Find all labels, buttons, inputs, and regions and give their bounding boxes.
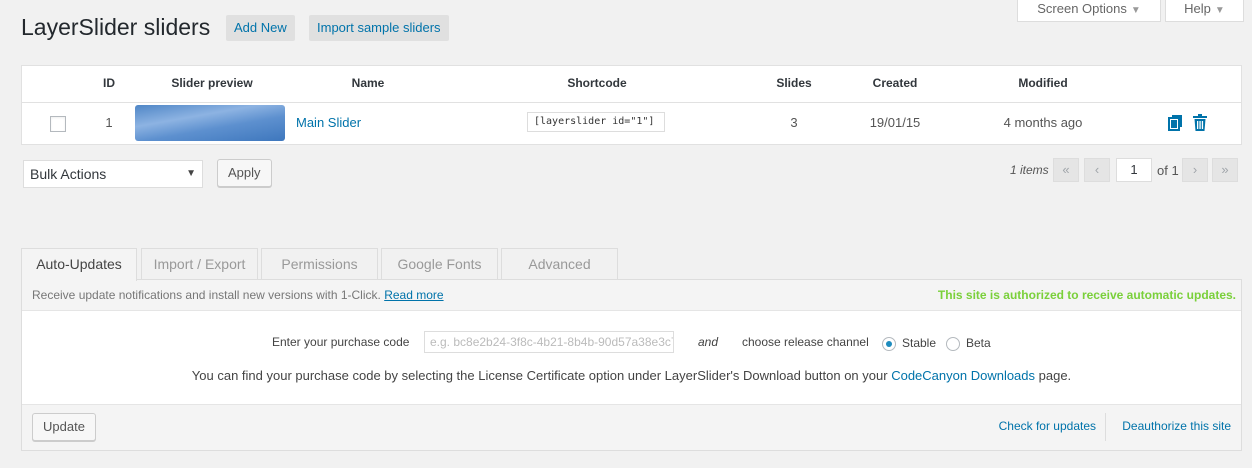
purchase-code-help: You can find your purchase code by selec… bbox=[22, 368, 1241, 383]
tab-import-export[interactable]: Import / Export bbox=[141, 248, 258, 280]
beta-radio[interactable] bbox=[946, 337, 960, 351]
screen-options-tab[interactable]: Screen Options ▼ bbox=[1017, 0, 1161, 22]
tab-google-fonts[interactable]: Google Fonts bbox=[381, 248, 498, 280]
page-title: LayerSlider sliders bbox=[21, 14, 211, 40]
help-suffix: page. bbox=[1038, 368, 1072, 383]
footer-divider bbox=[1105, 413, 1106, 441]
first-page-button[interactable]: « bbox=[1053, 158, 1079, 182]
auto-updates-panel: Receive update notifications and install… bbox=[21, 279, 1242, 451]
col-created[interactable]: Created bbox=[860, 66, 930, 100]
slider-preview-image[interactable] bbox=[135, 105, 285, 141]
table-header: ID Slider preview Name Shortcode Slides … bbox=[22, 66, 1241, 103]
panel-header: Receive update notifications and install… bbox=[22, 280, 1241, 311]
row-slides: 3 bbox=[790, 115, 798, 130]
purchase-code-label: Enter your purchase code bbox=[272, 335, 410, 349]
shortcode-field[interactable]: [layerslider id="1"] bbox=[527, 112, 665, 132]
col-shortcode: Shortcode bbox=[567, 76, 627, 90]
sliders-table: ID Slider preview Name Shortcode Slides … bbox=[21, 65, 1242, 145]
update-notice-text: Receive update notifications and install… bbox=[32, 288, 381, 302]
duplicate-icon[interactable] bbox=[1168, 114, 1184, 132]
row-checkbox[interactable] bbox=[50, 116, 66, 132]
items-count: 1 items bbox=[1010, 163, 1049, 177]
caret-down-icon: ▼ bbox=[186, 168, 196, 179]
tab-advanced[interactable]: Advanced bbox=[501, 248, 618, 280]
col-id[interactable]: ID bbox=[94, 66, 124, 100]
col-slides: Slides bbox=[776, 76, 812, 90]
slider-name-link[interactable]: Main Slider bbox=[296, 115, 416, 130]
help-tab[interactable]: Help ▼ bbox=[1165, 0, 1244, 22]
trash-icon[interactable] bbox=[1192, 114, 1208, 132]
col-modified[interactable]: Modified bbox=[1008, 66, 1078, 100]
caret-down-icon: ▼ bbox=[1130, 5, 1141, 16]
col-preview: Slider preview bbox=[171, 76, 253, 90]
read-more-link[interactable]: Read more bbox=[384, 288, 443, 302]
deauthorize-link[interactable]: Deauthorize this site bbox=[1122, 419, 1231, 433]
next-page-button[interactable]: › bbox=[1182, 158, 1208, 182]
update-button[interactable]: Update bbox=[32, 413, 96, 441]
help-label: Help bbox=[1184, 1, 1211, 16]
row-created: 19/01/15 bbox=[869, 115, 921, 130]
help-text: You can find your purchase code by selec… bbox=[191, 368, 888, 383]
row-modified: 4 months ago bbox=[1003, 115, 1083, 130]
authorized-status: This site is authorized to receive autom… bbox=[937, 288, 1236, 302]
panel-footer: Update Check for updates Deauthorize thi… bbox=[22, 404, 1241, 450]
bulk-actions-select[interactable]: Bulk Actions ▼ bbox=[23, 160, 203, 188]
stable-label[interactable]: Stable bbox=[902, 336, 936, 350]
total-pages: of 1 bbox=[1157, 163, 1179, 178]
tab-permissions[interactable]: Permissions bbox=[261, 248, 378, 280]
screen-options-label: Screen Options bbox=[1037, 1, 1127, 16]
check-for-updates-link[interactable]: Check for updates bbox=[999, 419, 1096, 433]
apply-button[interactable]: Apply bbox=[217, 159, 272, 187]
col-name[interactable]: Name bbox=[318, 66, 418, 100]
import-sample-sliders-button[interactable]: Import sample sliders bbox=[309, 15, 449, 41]
update-notice: Receive update notifications and install… bbox=[32, 288, 444, 302]
current-page-input[interactable]: 1 bbox=[1116, 158, 1152, 182]
add-new-button[interactable]: Add New bbox=[226, 15, 295, 41]
beta-label[interactable]: Beta bbox=[966, 336, 991, 350]
codecanyon-downloads-link[interactable]: CodeCanyon Downloads bbox=[891, 368, 1035, 383]
bulk-actions-value: Bulk Actions bbox=[30, 166, 107, 182]
tab-auto-updates[interactable]: Auto-Updates bbox=[21, 248, 137, 281]
and-text: and bbox=[698, 335, 719, 349]
last-page-button[interactable]: » bbox=[1212, 158, 1238, 182]
caret-down-icon: ▼ bbox=[1214, 5, 1225, 16]
row-id: 1 bbox=[105, 115, 113, 130]
release-channel-label: choose release channel bbox=[742, 335, 869, 349]
stable-radio[interactable] bbox=[882, 337, 896, 351]
prev-page-button[interactable]: ‹ bbox=[1084, 158, 1110, 182]
purchase-code-input[interactable]: e.g. bc8e2b24-3f8c-4b21-8b4b-90d57a38e3c… bbox=[424, 331, 674, 353]
